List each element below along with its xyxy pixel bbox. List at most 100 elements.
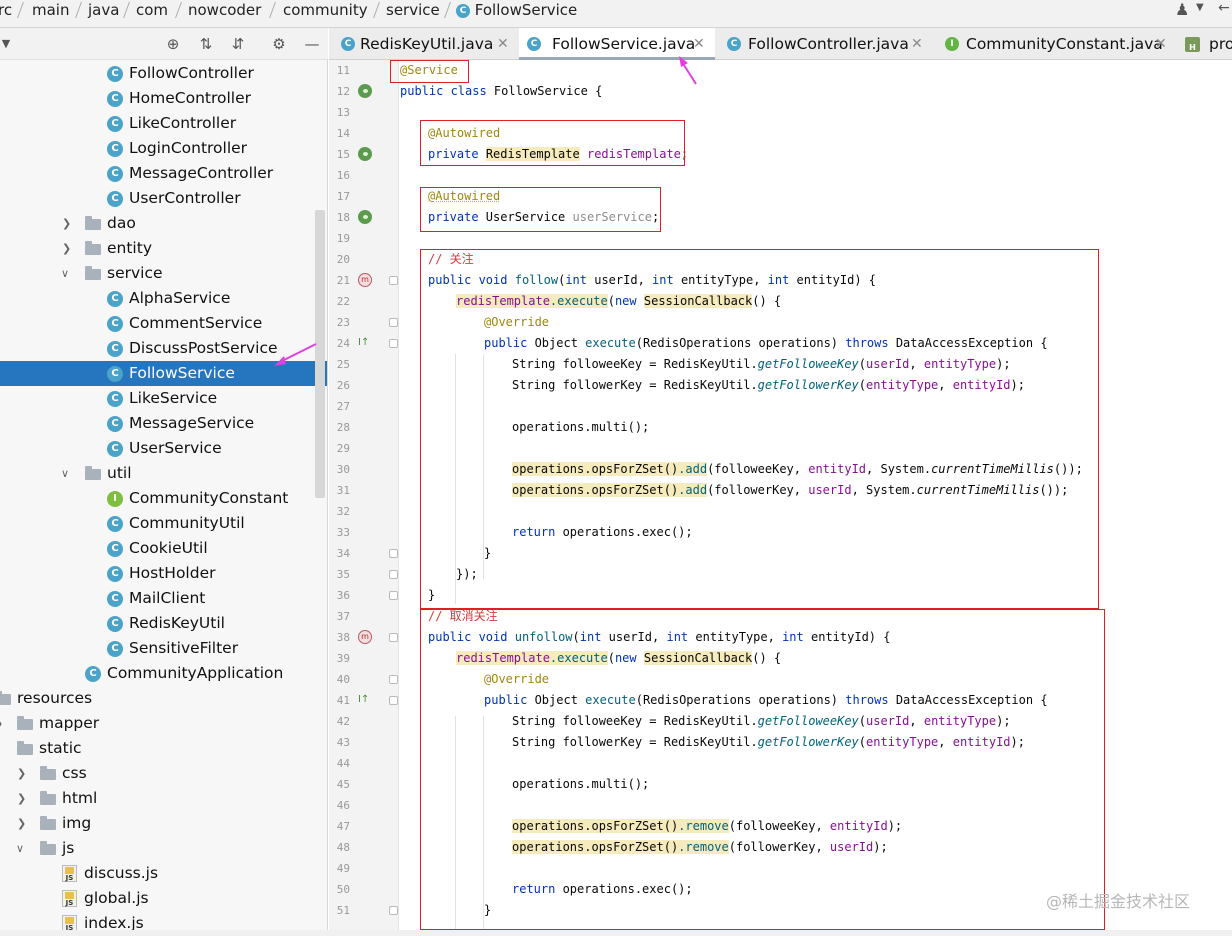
tree-item[interactable]: I CommunityConstant [0,486,327,511]
fold-marker-icon[interactable] [389,591,398,600]
user-account-icon[interactable]: ♟ [1175,0,1189,19]
collapse-all-icon[interactable]: ⇵ [228,34,248,54]
tree-item[interactable]: C LoginController [0,136,327,161]
tree-folder[interactable]: ❯ html [0,786,327,811]
chevron-right-icon[interactable]: ❯ [0,711,6,736]
back-arrow-icon[interactable]: ← [1218,0,1232,20]
fold-marker-icon[interactable] [389,633,398,642]
gear-icon[interactable]: ⚙ [269,34,289,54]
tab-rediskeyutil[interactable]: C RedisKeyUtil.java ✕ [333,28,515,60]
class-icon: C [107,566,123,582]
tree-item[interactable]: C AlphaService [0,286,327,311]
fold-marker-icon[interactable] [389,339,398,348]
spring-bean-icon[interactable] [358,84,372,98]
expand-all-icon[interactable]: ⇅ [196,34,216,54]
chevron-right-icon[interactable]: ❯ [62,211,74,236]
override-marker-icon[interactable]: I↑ [358,693,374,707]
fold-marker-icon[interactable] [389,276,398,285]
tree-item-label: mapper [39,714,100,732]
spring-bean-icon[interactable] [358,210,372,224]
tree-item[interactable]: C CookieUtil [0,536,327,561]
tree-folder[interactable]: ∨ js [0,836,327,861]
fold-marker-icon[interactable] [389,675,398,684]
breadcrumb-item[interactable]: com [136,0,168,20]
fold-marker-icon[interactable] [389,318,398,327]
fold-marker-icon[interactable] [389,570,398,579]
chevron-right-icon[interactable]: ❯ [17,761,29,786]
tree-item[interactable]: C MessageController [0,161,327,186]
method-marker-icon[interactable]: m [358,630,372,644]
class-icon: C [107,116,123,132]
project-tree: C FollowController C HomeController C LikeC… [0,60,328,936]
tree-item[interactable]: C CommunityApplication [0,661,327,686]
tree-item[interactable]: C LikeController [0,111,327,136]
js-file-icon: JS [62,865,77,882]
tree-folder[interactable]: ❯ img [0,811,327,836]
chevron-down-icon[interactable]: ∨ [0,736,5,761]
fold-marker-icon[interactable] [389,906,398,915]
tree-item[interactable]: C HomeController [0,86,327,111]
chevron-right-icon[interactable]: ❯ [62,236,74,261]
line-number: 30 [336,463,350,476]
tree-folder[interactable]: ∨ static [0,736,327,761]
tree-item[interactable]: C LikeService [0,386,327,411]
tree-folder[interactable]: ❯ entity [0,236,327,261]
tree-item[interactable]: C RedisKeyUtil [0,611,327,636]
tree-item[interactable]: C CommentService [0,311,327,336]
tree-item[interactable]: C UserService [0,436,327,461]
tree-folder[interactable]: ❯ dao [0,211,327,236]
line-number: 12 [336,85,350,98]
tree-item[interactable]: JS global.js [0,886,327,911]
class-icon: C [107,141,123,157]
chevron-down-icon[interactable]: ∨ [16,836,28,861]
tab-label: FollowService.java [552,35,696,53]
line-number: 50 [336,883,350,896]
breadcrumb-item[interactable]: java [88,0,119,20]
tab-communityconstant[interactable]: I CommunityConstant.java ✕ [937,28,1175,60]
breadcrumb-item[interactable]: community [283,0,368,20]
close-icon[interactable]: ✕ [497,28,509,60]
tab-properties[interactable]: H pro [1179,28,1232,60]
hide-minus-icon[interactable]: — [302,34,322,54]
chevron-right-icon[interactable]: ❯ [17,811,29,836]
fold-marker-icon[interactable] [389,696,398,705]
locate-target-icon[interactable]: ⊕ [163,34,183,54]
line-number: 15 [336,148,350,161]
tab-followcontroller[interactable]: C FollowController.java ✕ [719,28,925,60]
tree-item[interactable]: C CommunityUtil [0,511,327,536]
chevron-down-icon[interactable]: ∨ [61,461,73,486]
tree-item[interactable]: C FollowController [0,61,327,86]
tree-item[interactable]: C SensitiveFilter [0,636,327,661]
annotation-arrow-icon [274,343,317,366]
line-number: 38 [336,631,350,644]
close-icon[interactable]: ✕ [911,28,923,60]
close-icon[interactable]: ✕ [1155,28,1167,60]
tree-item[interactable]: C MessageService [0,411,327,436]
class-icon: C [107,341,123,357]
tree-folder[interactable]: resources [0,686,327,711]
tree-folder[interactable]: ∨ service [0,261,327,286]
tree-item[interactable]: C MailClient [0,586,327,611]
method-marker-icon[interactable]: m [358,273,372,287]
tree-item[interactable]: C HostHolder [0,561,327,586]
tree-item-label: CommentService [129,314,263,332]
tree-folder[interactable]: ❯ css [0,761,327,786]
chevron-down-icon[interactable]: ▼ [1196,2,1204,13]
breadcrumb-item[interactable]: nowcoder [188,0,261,20]
folder-icon [85,241,101,255]
breadcrumb-item[interactable]: main [32,0,69,20]
fold-marker-icon[interactable] [389,549,398,558]
chevron-right-icon[interactable]: ❯ [17,786,29,811]
chevron-down-icon[interactable]: ▼ [0,34,16,54]
tree-folder[interactable]: ∨ util [0,461,327,486]
tree-item[interactable]: JS discuss.js [0,861,327,886]
horizontal-scrollbar[interactable] [0,930,1232,936]
override-marker-icon[interactable]: I↑ [358,336,374,350]
line-number: 40 [336,673,350,686]
breadcrumb-item-current[interactable]: C FollowService [456,0,577,20]
tree-folder[interactable]: ❯ mapper [0,711,327,736]
breadcrumb-item[interactable]: service [386,0,440,20]
chevron-down-icon[interactable]: ∨ [61,261,73,286]
spring-bean-icon[interactable] [358,147,372,161]
tree-item[interactable]: C UserController [0,186,327,211]
